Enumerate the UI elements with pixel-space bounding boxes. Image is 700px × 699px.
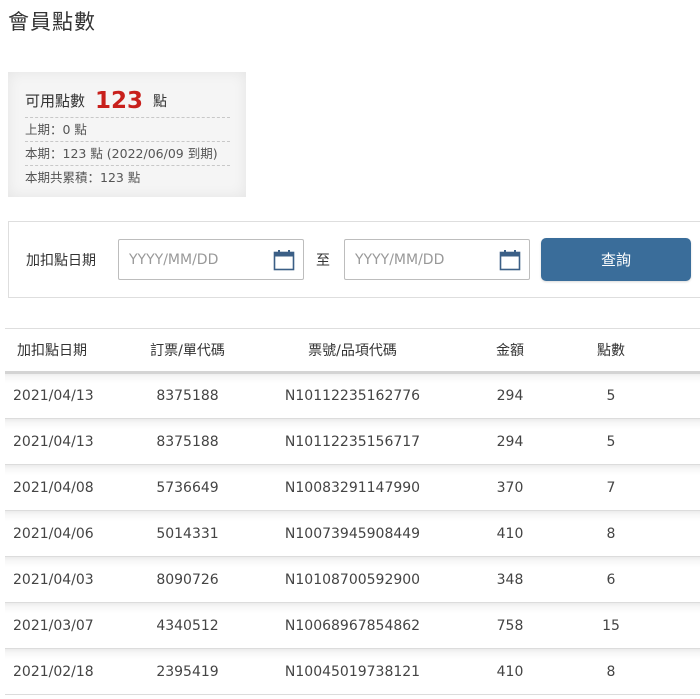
cell-points: 5: [606, 433, 616, 450]
column-header-ticket: 票號/品項代碼: [250, 328, 455, 374]
available-points-unit: 點: [153, 94, 168, 110]
cell-spacer: [657, 649, 700, 695]
cell-order: 8375188: [156, 388, 219, 404]
cell-points: 7: [606, 479, 616, 496]
column-header-order: 訂票/單代碼: [125, 328, 250, 374]
search-panel: 加扣點日期 至 查詢: [8, 221, 700, 298]
available-points-value: 123: [95, 88, 144, 114]
end-date-input[interactable]: [355, 250, 495, 270]
cell-date: 2021/04/03: [13, 571, 94, 588]
available-points-label: 可用點數: [25, 92, 86, 110]
column-header-points: 點數: [565, 328, 657, 374]
cell-date: 2021/04/08: [13, 479, 94, 496]
cell-order: 2395419: [156, 663, 219, 680]
cell-amount: 294: [496, 388, 524, 404]
accumulated-points: 本期共累積：123 點: [25, 170, 141, 185]
table-row: 2021/02/18 2395419 N10045019738121 410 8: [5, 648, 700, 695]
calendar-icon[interactable]: [273, 249, 295, 271]
cell-ticket: N10112235156717: [284, 433, 421, 450]
table-row: 2021/04/03 8090726 N10108700592900 348 6: [5, 556, 700, 603]
previous-period-points: 上期：0 點: [25, 118, 230, 142]
cell-spacer: [657, 603, 700, 649]
cell-amount: 410: [496, 525, 524, 542]
cell-spacer: [657, 511, 700, 557]
end-date-field[interactable]: [344, 239, 530, 280]
points-records-table: 加扣點日期 訂票/單代碼 票號/品項代碼 金額 點數 2021/04/13 83…: [5, 328, 700, 695]
cell-points: 5: [606, 388, 616, 404]
cell-amount: 410: [496, 663, 524, 680]
cell-order: 5736649: [156, 479, 219, 496]
cell-ticket: N10083291147990: [284, 479, 421, 496]
cell-ticket: N10073945908449: [284, 525, 421, 542]
points-summary-card: 可用點數 123 點 上期：0 點 本期：123 點 (2022/06/09 到…: [8, 72, 246, 197]
date-range-separator: 至: [316, 253, 330, 269]
cell-points: 6: [606, 571, 616, 588]
cell-points: 8: [606, 525, 616, 542]
cell-ticket: N10068967854862: [284, 617, 421, 634]
cell-order: 5014331: [156, 525, 219, 542]
start-date-field[interactable]: [118, 239, 304, 280]
column-header-amount: 金額: [455, 328, 565, 374]
cell-spacer: [657, 373, 700, 419]
cell-date: 2021/04/13: [13, 433, 94, 450]
cell-date: 2021/04/06: [13, 525, 94, 542]
cell-spacer: [657, 557, 700, 603]
cell-points: 8: [606, 663, 616, 680]
cell-ticket: N10112235162776: [284, 388, 421, 404]
cell-order: 8090726: [156, 571, 219, 588]
cell-spacer: [657, 465, 700, 511]
date-range-label: 加扣點日期: [26, 253, 96, 269]
search-button[interactable]: 查詢: [541, 238, 691, 281]
available-points-row: 可用點數 123 點: [25, 72, 230, 118]
cell-ticket: N10045019738121: [284, 663, 421, 680]
table-row: 2021/03/07 4340512 N10068967854862 758 1…: [5, 602, 700, 649]
cell-amount: 348: [496, 571, 524, 588]
start-date-input[interactable]: [129, 250, 269, 270]
table-row: 2021/04/08 5736649 N10083291147990 370 7: [5, 464, 700, 511]
table-row: 2021/04/13 8375188 N10112235162776 294 5: [5, 372, 700, 419]
cell-order: 8375188: [156, 433, 219, 450]
cell-order: 4340512: [156, 617, 219, 634]
cell-date: 2021/04/13: [13, 388, 94, 404]
table-header-row: 加扣點日期 訂票/單代碼 票號/品項代碼 金額 點數: [5, 328, 700, 374]
cell-points: 15: [602, 617, 620, 634]
cell-amount: 294: [496, 433, 524, 450]
table-row: 2021/04/06 5014331 N10073945908449 410 8: [5, 510, 700, 557]
column-header-date: 加扣點日期: [5, 328, 125, 374]
cell-date: 2021/02/18: [13, 663, 94, 680]
page-title: 會員點數: [8, 10, 96, 34]
calendar-icon[interactable]: [499, 249, 521, 271]
cell-spacer: [657, 419, 700, 465]
cell-amount: 370: [496, 479, 524, 496]
current-period-points: 本期：123 點 (2022/06/09 到期): [25, 142, 230, 166]
cell-ticket: N10108700592900: [284, 571, 421, 588]
table-row: 2021/04/13 8375188 N10112235156717 294 5: [5, 418, 700, 465]
column-header-spacer: [657, 328, 700, 374]
cell-date: 2021/03/07: [13, 617, 94, 634]
cell-amount: 758: [496, 617, 524, 634]
